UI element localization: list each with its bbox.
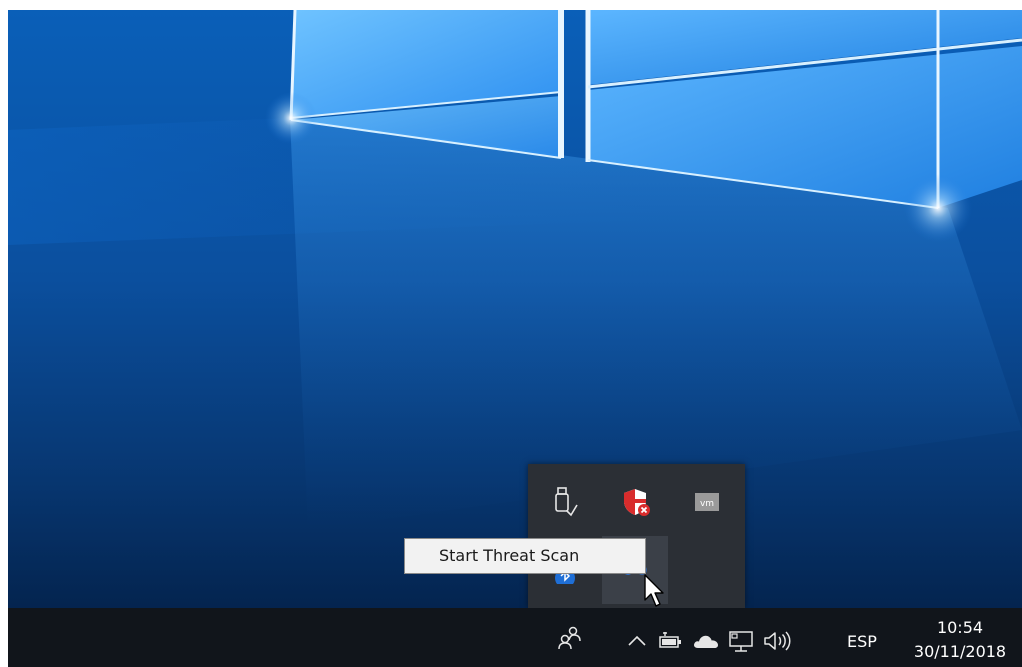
network-button[interactable]: [726, 628, 756, 654]
desktop-wallpaper: [8, 10, 1022, 608]
onedrive-button[interactable]: [690, 628, 722, 654]
vmware-icon: vm: [695, 493, 719, 511]
usb-safely-remove-icon: [555, 487, 578, 517]
tray-vmware-button[interactable]: vm: [674, 468, 740, 536]
wallpaper-art: [8, 10, 1022, 530]
network-icon: [729, 631, 753, 652]
volume-button[interactable]: [760, 628, 794, 654]
people-button[interactable]: [556, 624, 584, 652]
tooltip: Start Threat Scan: [404, 538, 646, 574]
battery-button[interactable]: [656, 628, 686, 654]
people-icon: [558, 626, 581, 650]
tooltip-text: Start Threat Scan: [439, 546, 580, 565]
show-hidden-icons-button[interactable]: [624, 628, 650, 654]
battery-icon: [659, 632, 681, 648]
mouse-cursor-icon: [644, 574, 664, 607]
tray-security-button[interactable]: [604, 468, 670, 536]
input-language-indicator[interactable]: ESP: [840, 632, 884, 651]
volume-icon: [764, 631, 791, 651]
clock-time[interactable]: 10:54: [900, 618, 1020, 637]
notification-overflow-panel: vm: [528, 464, 745, 608]
desktop-screen: vm Start Threat Scan ESP 10:54 30/11/201…: [0, 0, 1022, 667]
chevron-up-icon: [628, 635, 646, 646]
svg-text:vm: vm: [700, 499, 714, 509]
clock-date[interactable]: 30/11/2018: [900, 642, 1020, 661]
tray-usb-button[interactable]: [532, 468, 598, 536]
security-shield-alert-icon: [624, 489, 650, 516]
onedrive-cloud-icon: [694, 635, 718, 648]
